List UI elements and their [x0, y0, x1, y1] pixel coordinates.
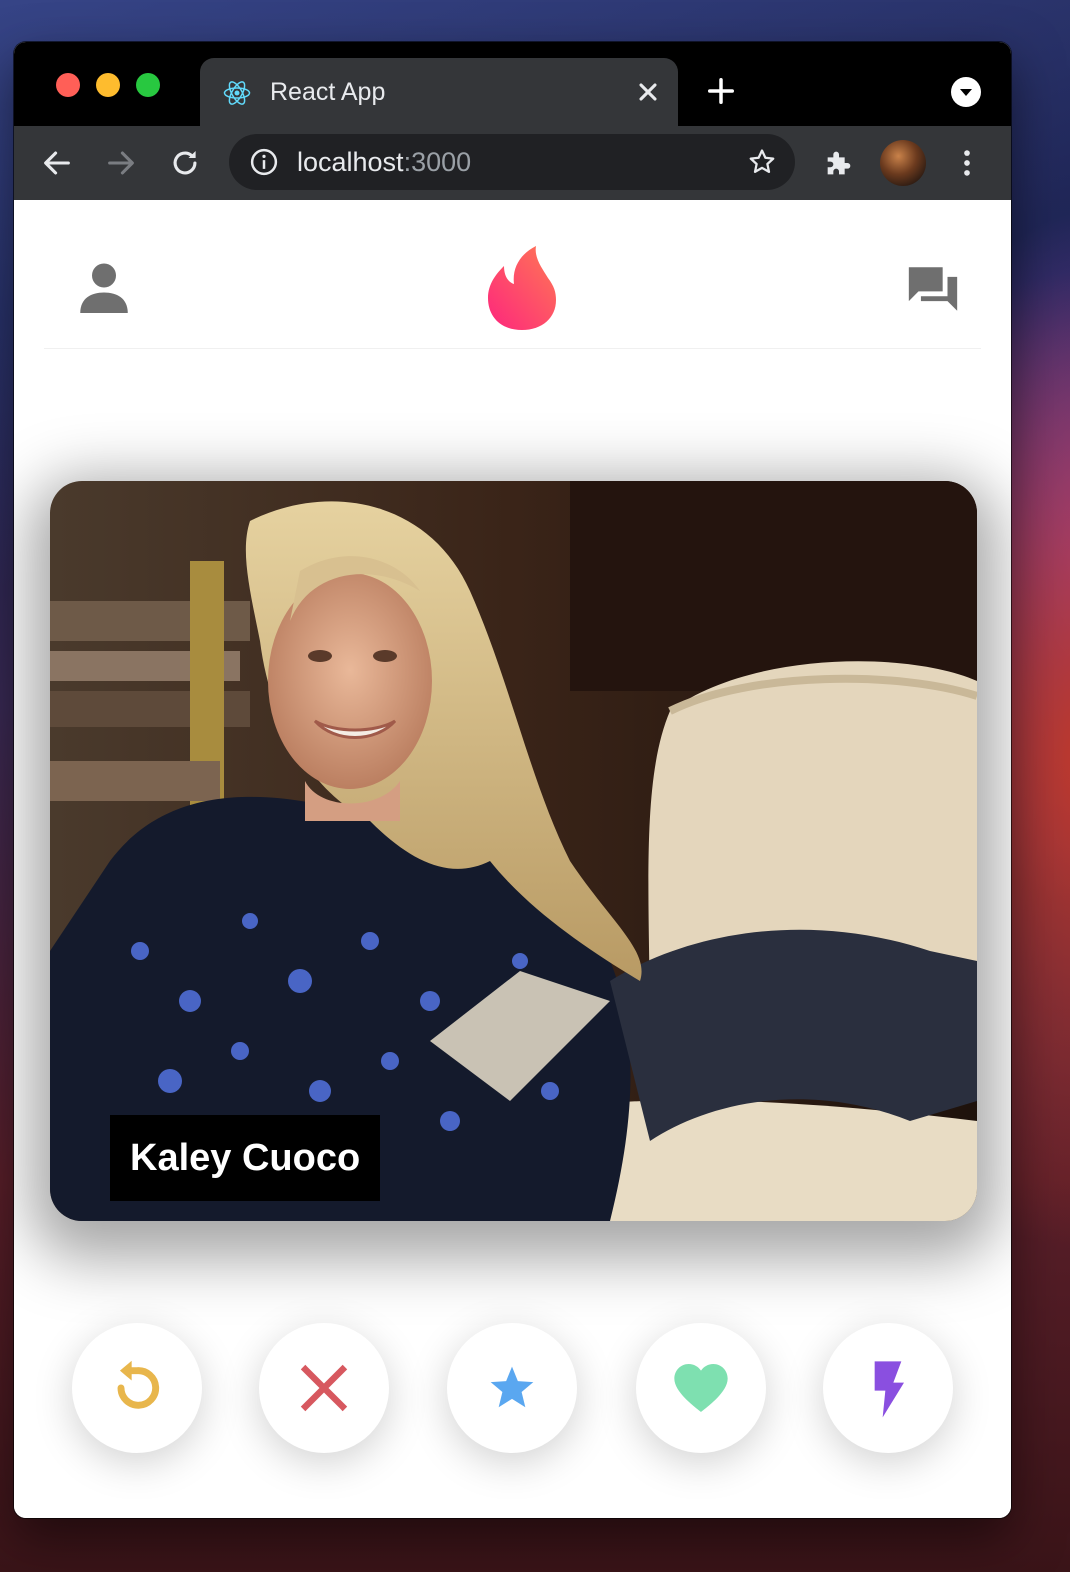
forum-icon[interactable] [904, 260, 962, 318]
close-icon [300, 1364, 348, 1412]
profile-photo [50, 481, 977, 1221]
window-minimize-button[interactable] [96, 73, 120, 97]
profile-name: Kaley Cuoco [110, 1115, 381, 1201]
window-zoom-button[interactable] [136, 73, 160, 97]
browser-toolbar: localhost:3000 [14, 126, 1011, 201]
puzzle-icon[interactable] [822, 146, 856, 180]
replay-icon [117, 1360, 160, 1409]
browser-window: React App localhost:3000 Kaley Cuoco [14, 42, 1011, 1518]
app-header [44, 200, 981, 349]
star-button[interactable] [447, 1323, 577, 1453]
star-outline-icon[interactable] [747, 147, 777, 177]
info-icon[interactable] [249, 147, 279, 177]
page-content: Kaley Cuoco [14, 200, 1011, 1518]
plus-icon[interactable] [706, 76, 736, 106]
tab-title: React App [270, 78, 386, 106]
replay-button[interactable] [72, 1323, 202, 1453]
flash-button[interactable] [823, 1323, 953, 1453]
arrow-right-icon[interactable] [104, 146, 138, 180]
favorite-button[interactable] [636, 1323, 766, 1453]
close-button[interactable] [259, 1323, 389, 1453]
person-icon[interactable] [74, 258, 134, 318]
star-icon [490, 1366, 534, 1408]
react-icon [223, 81, 251, 105]
tab-strip: React App [14, 42, 1011, 126]
arrow-left-icon[interactable] [40, 146, 74, 180]
url-text[interactable]: localhost:3000 [297, 146, 471, 178]
avatar[interactable] [880, 140, 926, 186]
tinder-flame-logo[interactable] [482, 242, 562, 332]
kebab-menu-icon[interactable] [950, 146, 984, 180]
profile-card[interactable]: Kaley Cuoco [50, 481, 977, 1221]
tab-search-button[interactable] [951, 77, 981, 107]
reload-icon[interactable] [168, 146, 202, 180]
address-bar[interactable]: localhost:3000 [229, 134, 795, 190]
flash-icon [874, 1361, 904, 1418]
close-icon[interactable] [634, 78, 662, 106]
window-close-button[interactable] [56, 73, 80, 97]
url-port: :3000 [403, 147, 472, 177]
url-host: localhost [297, 147, 404, 177]
chevron-down-icon [960, 89, 972, 96]
heart-icon [674, 1364, 728, 1412]
browser-tab[interactable]: React App [200, 58, 678, 126]
